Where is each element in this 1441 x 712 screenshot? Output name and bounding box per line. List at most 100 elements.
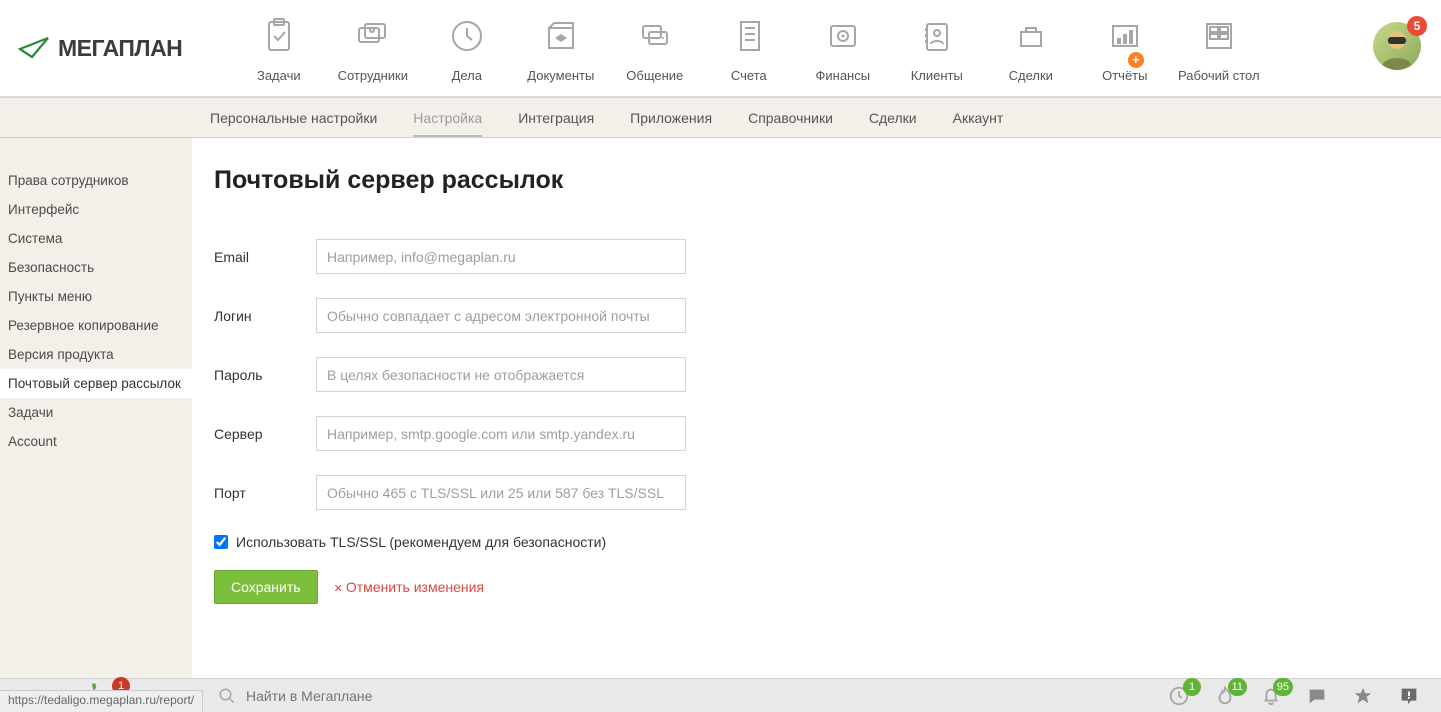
sidebar-item[interactable]: Безопасность: [0, 253, 192, 282]
subnav-item[interactable]: Сделки: [869, 110, 917, 126]
topnav-label: Счета: [731, 68, 767, 83]
sidebar-item[interactable]: Права сотрудников: [0, 166, 192, 195]
topnav-item-finance[interactable]: Финансы: [800, 14, 885, 83]
page-title: Почтовый сервер рассылок: [214, 166, 1441, 195]
sidebar-item[interactable]: Пункты меню: [0, 282, 192, 311]
topbar: МЕГАПЛАН Задачи Сотрудники Дела Документы Об…: [0, 0, 1441, 98]
sidebar-item[interactable]: Система: [0, 224, 192, 253]
reports-icon: [1096, 14, 1154, 58]
topnav-item-deals[interactable]: Сделки: [988, 14, 1073, 83]
tray-clock-badge: 1: [1183, 678, 1201, 696]
topnav-label: Общение: [626, 68, 683, 83]
topnav-item-invoices[interactable]: Счета: [706, 14, 791, 83]
subnav: Персональные настройки Настройка Интеграци…: [0, 98, 1441, 138]
cancel-button[interactable]: Отменить изменения: [334, 579, 484, 595]
tray-fire-badge: 11: [1228, 678, 1247, 696]
sidebar-item[interactable]: Версия продукта: [0, 340, 192, 369]
documents-icon: [532, 14, 590, 58]
label-server: Сервер: [214, 426, 316, 442]
logo-text: МЕГАПЛАН: [58, 35, 182, 62]
topnav-label: Финансы: [816, 68, 871, 83]
avatar-wrap[interactable]: 5: [1373, 22, 1421, 70]
search-icon: [218, 687, 236, 705]
sidebar-item[interactable]: Интерфейс: [0, 195, 192, 224]
chat-icon: [1306, 685, 1328, 707]
topnav-label: Дела: [452, 68, 482, 83]
tls-checkbox[interactable]: [214, 535, 228, 549]
employees-icon: [344, 14, 402, 58]
search-input[interactable]: [246, 688, 546, 704]
sidebar-item[interactable]: Account: [0, 427, 192, 456]
topnav-item-reports[interactable]: Отчёты: [1082, 14, 1167, 83]
sidebar: Права сотрудниковИнтерфейсСистемаБезопас…: [0, 138, 192, 678]
bottombar: 1 1 11 95: [0, 678, 1441, 712]
star-icon: [1352, 685, 1374, 707]
row-port: Порт: [214, 475, 1441, 510]
sidebar-item[interactable]: Почтовый сервер рассылок: [0, 369, 192, 398]
search-wrap: [218, 687, 1167, 705]
tray-fire[interactable]: 11: [1213, 684, 1237, 708]
server-field[interactable]: [316, 416, 686, 451]
tasks-icon: [250, 14, 308, 58]
main: Права сотрудниковИнтерфейсСистемаБезопас…: [0, 138, 1441, 678]
deals-icon: [1002, 14, 1060, 58]
paper-plane-icon: [18, 35, 52, 61]
login-field[interactable]: [316, 298, 686, 333]
row-login: Логин: [214, 298, 1441, 333]
actions: Сохранить Отменить изменения: [214, 570, 1441, 604]
save-button[interactable]: Сохранить: [214, 570, 318, 604]
status-url: https://tedaligo.megaplan.ru/report/: [0, 690, 203, 712]
topnav-label: Отчёты: [1102, 68, 1147, 83]
tray-star[interactable]: [1351, 684, 1375, 708]
email-field[interactable]: [316, 239, 686, 274]
subnav-item[interactable]: Персональные настройки: [210, 110, 377, 126]
topnav-item-tasks[interactable]: Задачи: [236, 14, 321, 83]
subnav-item[interactable]: Справочники: [748, 110, 833, 126]
desktop-icon: [1190, 14, 1248, 58]
label-email: Email: [214, 249, 316, 265]
avatar-badge: 5: [1407, 16, 1427, 36]
tray-bell-badge: 95: [1273, 678, 1293, 696]
tray-clock[interactable]: 1: [1167, 684, 1191, 708]
topnav-label: Рабочий стол: [1178, 68, 1260, 83]
topnav-item-clients[interactable]: Клиенты: [894, 14, 979, 83]
topnav-label: Задачи: [257, 68, 301, 83]
tray-bell[interactable]: 95: [1259, 684, 1283, 708]
label-login: Логин: [214, 308, 316, 324]
topnav-label: Сотрудники: [338, 68, 408, 83]
subnav-item[interactable]: Настройка: [413, 110, 482, 126]
subnav-item[interactable]: Интеграция: [518, 110, 594, 126]
logo[interactable]: МЕГАПЛАН: [18, 35, 182, 62]
row-server: Сервер: [214, 416, 1441, 451]
topnav: Задачи Сотрудники Дела Документы Общение Счет…: [236, 14, 1261, 83]
label-port: Порт: [214, 485, 316, 501]
tray-chat[interactable]: [1305, 684, 1329, 708]
topnav-item-affairs[interactable]: Дела: [424, 14, 509, 83]
topnav-item-chat[interactable]: Общение: [612, 14, 697, 83]
chat-icon: [626, 14, 684, 58]
subnav-item[interactable]: Аккаунт: [953, 110, 1004, 126]
port-field[interactable]: [316, 475, 686, 510]
row-email: Email: [214, 239, 1441, 274]
subnav-item[interactable]: Приложения: [630, 110, 712, 126]
topnav-item-documents[interactable]: Документы: [518, 14, 603, 83]
label-password: Пароль: [214, 367, 316, 383]
tray-alert[interactable]: [1397, 684, 1421, 708]
invoices-icon: [720, 14, 778, 58]
row-password: Пароль: [214, 357, 1441, 392]
topnav-item-employees[interactable]: Сотрудники: [330, 14, 415, 83]
topnav-label: Документы: [527, 68, 594, 83]
topnav-item-desktop[interactable]: Рабочий стол: [1176, 14, 1261, 83]
content: Почтовый сервер рассылок Email Логин Пар…: [192, 138, 1441, 678]
tls-row: Использовать TLS/SSL (рекомендуем для бе…: [214, 534, 1441, 550]
topnav-label: Клиенты: [911, 68, 963, 83]
topnav-label: Сделки: [1009, 68, 1053, 83]
sidebar-item[interactable]: Задачи: [0, 398, 192, 427]
tls-label[interactable]: Использовать TLS/SSL (рекомендуем для бе…: [236, 534, 606, 550]
clients-icon: [908, 14, 966, 58]
tray: 1 11 95: [1167, 684, 1421, 708]
sidebar-item[interactable]: Резервное копирование: [0, 311, 192, 340]
password-field[interactable]: [316, 357, 686, 392]
affairs-icon: [438, 14, 496, 58]
finance-icon: [814, 14, 872, 58]
